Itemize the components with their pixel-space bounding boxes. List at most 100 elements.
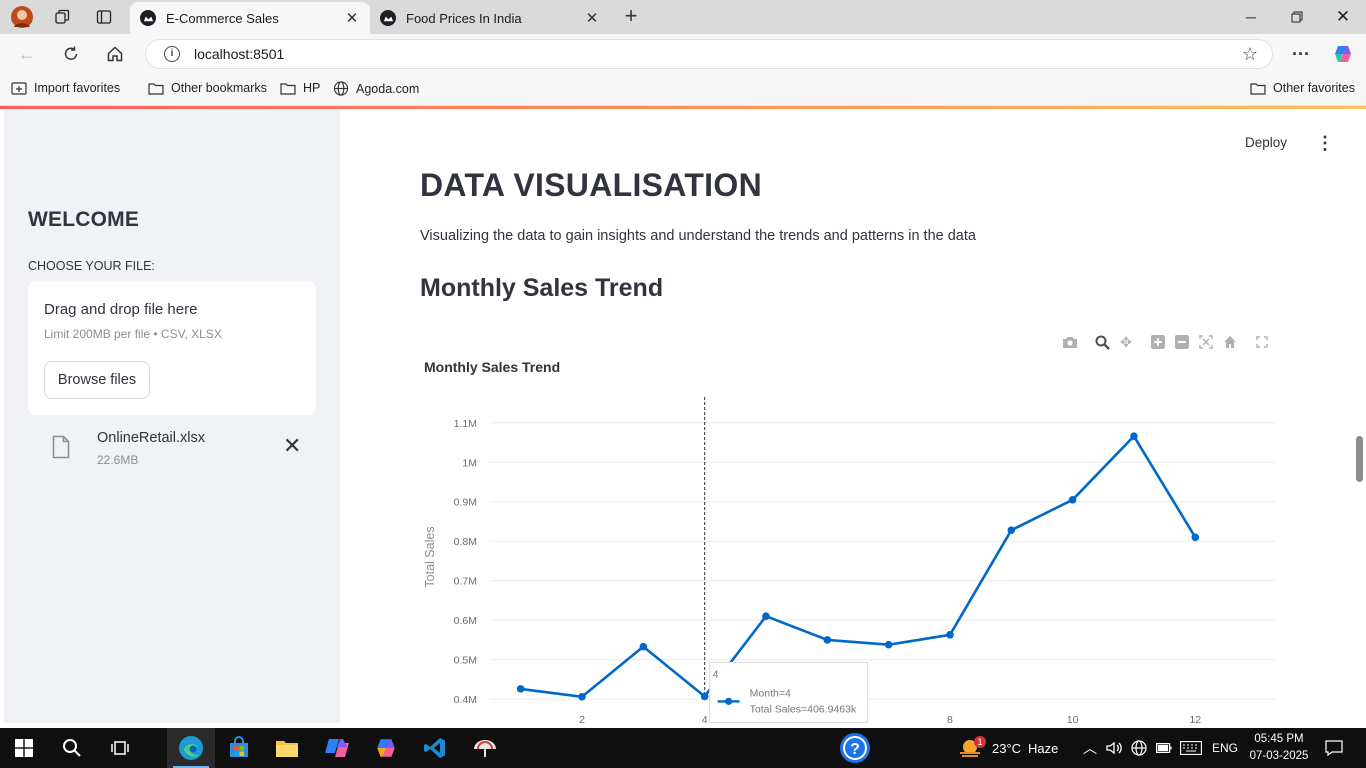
vscode-icon[interactable] (411, 728, 459, 768)
copilot-icon[interactable] (1328, 40, 1358, 68)
line-chart[interactable]: Monthly Sales Trend Total Sales 0.4M 0.5M… (418, 353, 1278, 723)
sidebar-title: WELCOME (28, 208, 140, 231)
edge-taskbar-icon[interactable] (167, 728, 215, 768)
x-tick-labels: 24681012 (579, 714, 1201, 723)
browser-nav-bar: ← i localhost:8501 ☆ ··· (0, 34, 1366, 74)
tab-title: Food Prices In India (406, 10, 522, 26)
bookmark-label: Other favorites (1273, 81, 1355, 95)
bookmark-label: Agoda.com (356, 81, 420, 96)
main-content: Deploy ⋮ DATA VISUALISATION Visualizing … (340, 109, 1354, 723)
bookmark-label: Import favorites (34, 81, 121, 95)
uploaded-file: OnlineRetail.xlsx 22.6MB ✕ (28, 427, 316, 471)
chart-grid (490, 422, 1275, 700)
close-window-button[interactable]: ✕ (1320, 4, 1366, 30)
page-title: DATA VISUALISATION (420, 167, 762, 203)
pan-icon[interactable]: ✥ (1114, 332, 1138, 352)
volume-icon[interactable] (1106, 728, 1122, 768)
tab-close-icon[interactable]: ✕ (584, 9, 600, 27)
task-view-icon[interactable] (96, 728, 144, 768)
data-point[interactable] (1191, 533, 1200, 542)
y-tick-label: 0.7M (454, 576, 477, 588)
help-icon[interactable]: ? (839, 728, 871, 768)
tab-close-icon[interactable]: ✕ (344, 9, 360, 27)
data-point[interactable] (700, 692, 709, 701)
bookmark-other-favorites[interactable]: Other favorites (1250, 81, 1355, 95)
data-point[interactable] (762, 612, 770, 621)
zoom-icon[interactable] (1090, 332, 1114, 352)
system-clock[interactable]: 05:45 PM 07-03-2025 (1244, 731, 1314, 765)
y-tick-label: 0.8M (454, 536, 477, 548)
data-point[interactable] (516, 685, 525, 693)
copilot-taskbar-icon[interactable] (362, 728, 410, 768)
tab-food-prices[interactable]: Food Prices In India ✕ (370, 2, 610, 34)
bookmark-other-bookmarks[interactable]: Other bookmarks (148, 81, 267, 95)
fullscreen-icon[interactable] (1250, 332, 1274, 352)
network-icon[interactable] (1131, 728, 1147, 768)
input-language[interactable]: ENG (1212, 728, 1238, 768)
microsoft-365-icon[interactable] (313, 728, 361, 768)
main-menu-icon[interactable]: ⋮ (1316, 134, 1334, 152)
bookmark-import-favorites[interactable]: Import favorites (11, 81, 120, 95)
scrollbar-thumb[interactable] (1356, 436, 1363, 482)
refresh-button[interactable] (56, 40, 86, 68)
weather-temp: 23°C (992, 740, 1022, 756)
x-tick-label: 2 (579, 714, 585, 723)
tab-actions-icon[interactable] (88, 4, 120, 30)
x-tick-label: 12 (1189, 714, 1201, 723)
data-point[interactable] (1068, 495, 1077, 504)
data-point[interactable] (1130, 432, 1138, 441)
zoom-out-icon[interactable] (1170, 332, 1194, 352)
windows-start-icon[interactable] (0, 728, 48, 768)
file-dropzone[interactable]: Drag and drop file here Limit 200MB per … (28, 281, 316, 415)
workspaces-icon[interactable] (46, 4, 78, 30)
file-size: 22.6MB (97, 453, 139, 467)
more-menu-icon[interactable]: ··· (1286, 40, 1316, 68)
restore-button[interactable] (1274, 4, 1320, 30)
browse-files-button[interactable]: Browse files (44, 361, 150, 399)
store-taskbar-icon[interactable] (215, 728, 263, 768)
keyboard-icon[interactable] (1180, 728, 1202, 768)
home-button[interactable] (100, 40, 130, 68)
favorite-star-icon[interactable]: ☆ (1242, 44, 1258, 65)
tab-ecommerce-sales[interactable]: E-Commerce Sales ✕ (130, 2, 370, 34)
profile-avatar[interactable] (6, 4, 38, 30)
bookmark-agoda[interactable]: Agoda.com (333, 81, 419, 96)
x-tick-label: 10 (1067, 714, 1079, 723)
chart-modebar: ✥ (1058, 332, 1274, 352)
dropzone-limit: Limit 200MB per file • CSV, XLSX (44, 327, 222, 341)
app-taskbar-icon[interactable] (461, 728, 509, 768)
file-icon (52, 435, 70, 459)
autoscale-icon[interactable] (1194, 332, 1218, 352)
folder-icon (148, 82, 164, 95)
new-tab-button[interactable]: + (618, 5, 644, 29)
x-tick-label: 4 (702, 714, 708, 723)
deploy-button[interactable]: Deploy (1245, 135, 1287, 150)
reset-axes-icon[interactable] (1218, 332, 1242, 352)
search-icon[interactable] (48, 728, 96, 768)
weather-widget[interactable]: 1 23°C Haze (958, 728, 1058, 768)
data-point[interactable] (639, 642, 648, 651)
data-point[interactable] (578, 692, 586, 701)
zoom-in-icon[interactable] (1146, 332, 1170, 352)
section-title: Monthly Sales Trend (420, 274, 664, 302)
back-button[interactable]: ← (12, 40, 42, 68)
file-explorer-icon[interactable] (263, 728, 311, 768)
data-point[interactable] (1007, 526, 1016, 534)
data-point[interactable] (946, 630, 954, 639)
x-tick-label: 8 (947, 714, 953, 723)
site-info-icon[interactable]: i (164, 46, 180, 62)
minimize-button[interactable]: ─ (1228, 4, 1274, 30)
camera-icon[interactable] (1058, 332, 1082, 352)
bookmark-hp[interactable]: HP (280, 81, 320, 95)
data-point[interactable] (884, 640, 893, 649)
show-hidden-icons[interactable]: ︿ (1083, 728, 1097, 768)
data-point[interactable] (823, 636, 832, 644)
series-points (516, 432, 1200, 701)
page-scrollbar[interactable] (1354, 109, 1366, 723)
bookmarks-bar: Import favorites Other bookmarks HP Agod… (0, 74, 1366, 106)
notifications-icon[interactable] (1325, 728, 1343, 768)
weather-badge: 1 (974, 736, 986, 748)
address-bar[interactable]: i localhost:8501 ☆ (145, 39, 1273, 69)
battery-icon[interactable] (1156, 728, 1172, 768)
remove-file-icon[interactable]: ✕ (283, 435, 301, 457)
